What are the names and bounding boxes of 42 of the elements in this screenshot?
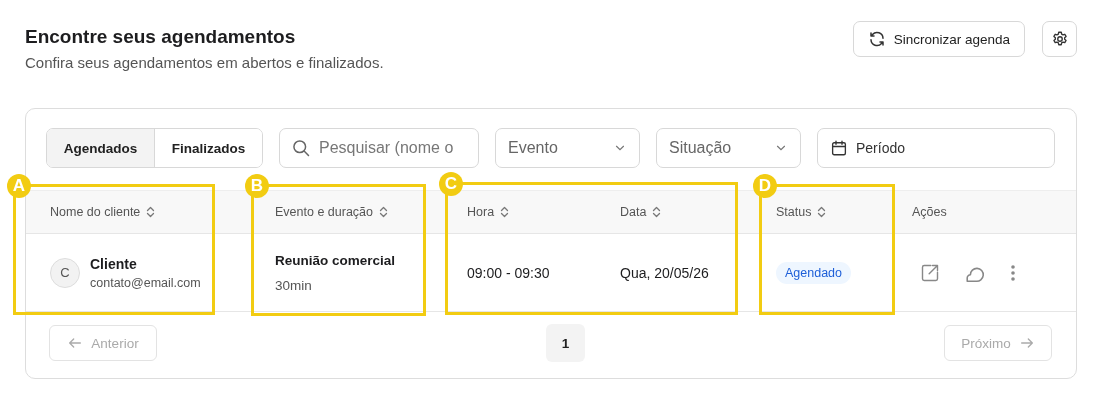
date-cell-text: Qua, 20/05/26 [620, 264, 710, 281]
sync-icon [867, 30, 886, 48]
annotation-label: C [439, 172, 463, 196]
sort-icon[interactable] [379, 206, 388, 218]
status-badge: Agendado [776, 261, 851, 284]
search-icon [291, 138, 311, 158]
annotation-label: B [245, 174, 269, 198]
column-header: Ações [912, 205, 947, 219]
sort-icon[interactable] [652, 206, 662, 218]
sync-button[interactable]: Sincronizar agenda [852, 21, 1025, 57]
settings-button[interactable] [1042, 21, 1077, 57]
column-header[interactable]: Data [620, 205, 647, 219]
avatar: C [50, 257, 80, 288]
more-icon[interactable] [1010, 263, 1016, 282]
event-name: Reunião comercial [275, 252, 397, 268]
sort-icon[interactable] [817, 206, 827, 218]
sort-icon[interactable] [500, 206, 510, 218]
search-field[interactable]: Pesquisar (nome o [279, 128, 479, 168]
column-header[interactable]: Hora [467, 205, 495, 219]
annotation-label: A [7, 174, 31, 198]
page-subtitle: Confira seus agendamentos em abertos e finalizados. [25, 54, 384, 71]
settings-icon [1050, 30, 1069, 48]
arrow-left-icon [67, 335, 84, 351]
page-button[interactable]: 1 [546, 324, 585, 362]
calendar-icon [830, 139, 848, 157]
date-range-field[interactable]: Período [817, 128, 1055, 168]
filter-dropdown[interactable]: Evento [495, 128, 640, 168]
column-header[interactable]: Status [776, 205, 812, 219]
event-duration: 30min [275, 277, 313, 293]
column-header[interactable]: Nome do cliente [50, 205, 141, 219]
client-name: Cliente [90, 255, 138, 272]
annotation-label: D [753, 174, 777, 198]
filter-dropdown[interactable]: Situação [656, 128, 801, 168]
tab[interactable]: Finalizados [154, 129, 262, 167]
time-cell-text: 09:00 - 09:30 [467, 264, 551, 281]
tab[interactable]: Agendados [47, 129, 154, 167]
sort-icon[interactable] [146, 206, 156, 218]
external-link-icon[interactable] [920, 262, 940, 283]
client-email: contato@email.com [90, 275, 201, 290]
page-title: Encontre seus agendamentos [25, 26, 297, 48]
column-header[interactable]: Evento e duração [275, 205, 373, 219]
arrow-right-icon [1018, 335, 1035, 351]
